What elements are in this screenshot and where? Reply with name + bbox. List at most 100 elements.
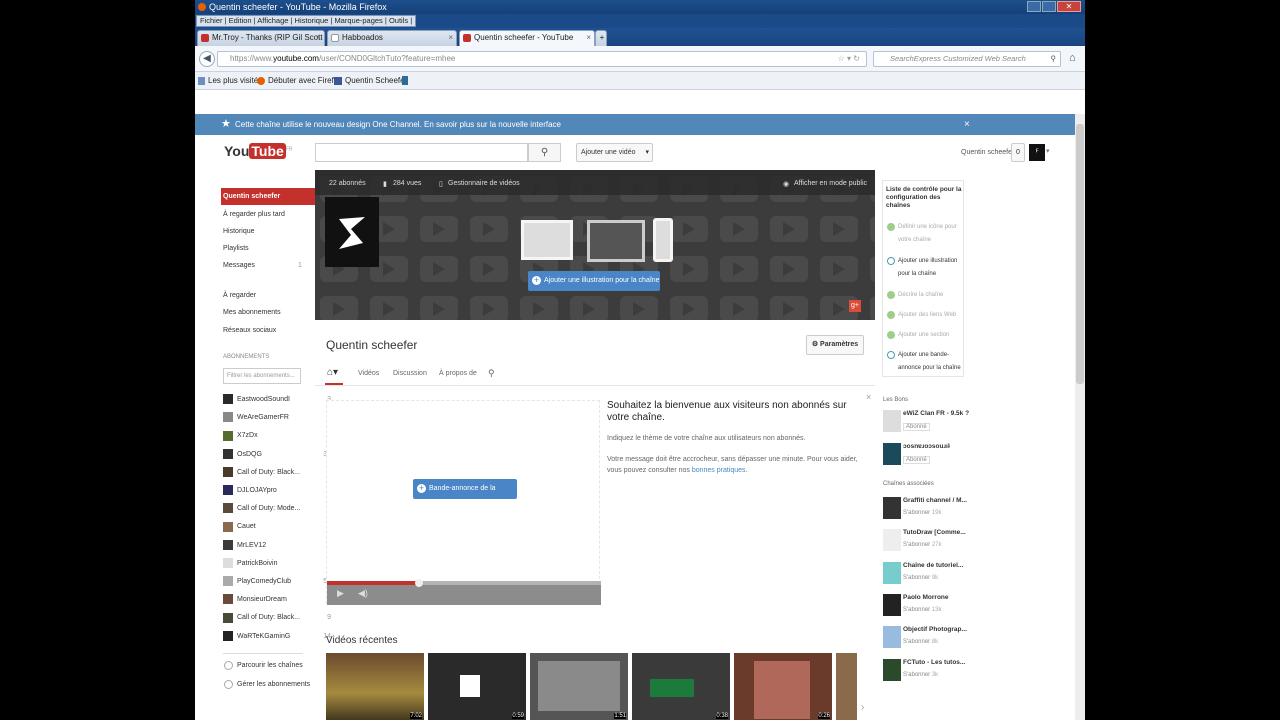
upload-video-button[interactable]: Ajouter une vidéo ▾: [576, 143, 653, 162]
video-thumbnail[interactable]: 0:26: [734, 653, 832, 720]
subscription-item[interactable]: OsDQG36: [223, 448, 331, 462]
settings-button[interactable]: ⚙ Paramètres: [806, 335, 864, 355]
subscription-item[interactable]: PlayComedyClub53: [223, 575, 331, 589]
sidebar-item-history[interactable]: Historique: [223, 228, 255, 235]
subscription-item[interactable]: WaRTeKGaminG 14: [223, 630, 331, 644]
new-tab-button[interactable]: +: [595, 30, 607, 46]
home-icon[interactable]: ⌂: [1069, 52, 1076, 64]
scrollbar-track[interactable]: [1075, 114, 1085, 720]
maximize-button[interactable]: [1042, 1, 1056, 12]
related-channel[interactable]: Chaîne de tutoriel... S'abonner 9k: [883, 561, 973, 592]
tab-videos[interactable]: Vidéos: [358, 370, 379, 377]
close-tab-icon[interactable]: ×: [586, 31, 591, 45]
volume-icon[interactable]: ◀): [358, 588, 368, 599]
youtube-logo[interactable]: You Tube FR: [224, 143, 292, 159]
magnifier-icon[interactable]: ⚲: [1051, 52, 1057, 66]
youtube-search-button[interactable]: ⚲: [528, 143, 561, 162]
subscription-item[interactable]: EastwoodSoundI3: [223, 393, 331, 407]
related-channel[interactable]: Objectif Photograp... S'abonner 8k: [883, 626, 973, 656]
subscription-item[interactable]: MrLEV128: [223, 539, 331, 553]
bookmark-quentin[interactable]: Quentin Scheefer: [345, 72, 407, 90]
reload-icon[interactable]: ☆ ▾ ↻: [838, 52, 860, 66]
video-manager-link[interactable]: Gestionnaire de vidéos: [448, 180, 520, 187]
subscribe-button[interactable]: S'abonner 27k: [903, 542, 942, 548]
menu-affichage[interactable]: Affichage: [257, 16, 288, 25]
subscribe-button[interactable]: S'abonner 9k: [903, 575, 938, 581]
progress-handle[interactable]: [415, 579, 423, 587]
web-search-box[interactable]: SearchExpress Customized Web Search ⚲: [873, 51, 1061, 67]
subscription-item[interactable]: Call of Duty: Black...7: [223, 466, 331, 480]
play-icon[interactable]: ▶: [337, 588, 344, 599]
tab-about[interactable]: À propos de: [439, 370, 477, 377]
browse-channels-link[interactable]: Parcourir les chaînes: [237, 662, 303, 669]
menu-historique[interactable]: Historique: [295, 16, 329, 25]
subscription-item[interactable]: WeAreGamerFR1: [223, 411, 331, 425]
menu-outils[interactable]: Outils: [389, 16, 408, 25]
youtube-search-input[interactable]: [315, 143, 528, 162]
tab-habboados[interactable]: Habboados ×: [327, 30, 457, 46]
video-thumbnail[interactable]: 0:38: [632, 653, 730, 720]
scrollbar-thumb[interactable]: [1076, 124, 1084, 384]
video-thumbnail[interactable]: [836, 653, 857, 720]
subscription-item[interactable]: MonsieurDream2: [223, 593, 331, 607]
search-icon[interactable]: ⚲: [488, 368, 495, 379]
add-channel-art-button[interactable]: + Ajouter une illustration pour la chaîn…: [528, 271, 660, 291]
checklist-item[interactable]: Ajouter une section: [887, 329, 965, 342]
tab-mr-troy[interactable]: Mr.Troy - Thanks (RIP Gil Scott Heron...…: [197, 30, 325, 46]
related-channel[interactable]: FCTuto - Les tutos... S'abonner 3k: [883, 658, 973, 689]
related-channel[interactable]: TutoDraw [Comme... S'abonner 27k: [883, 529, 973, 559]
menu-edition[interactable]: Edition: [229, 16, 252, 25]
subscribe-button[interactable]: S'abonner 8k: [903, 639, 938, 645]
sidebar-item-playlists[interactable]: Playlists: [223, 245, 249, 252]
tab-discussion[interactable]: Discussion: [393, 370, 427, 377]
subscribe-button[interactable]: S'abonner 19k: [903, 510, 942, 516]
subscription-item[interactable]: Call of Duty: Black... 9: [223, 611, 331, 625]
related-channel[interactable]: Graffiti channel / M... S'abonner 19k: [883, 497, 973, 527]
avatar[interactable]: ꟳ: [1029, 144, 1045, 161]
channel-trailer-button[interactable]: + Bande-annonce de la chaîne: [413, 479, 517, 512]
chevron-down-icon[interactable]: ▾: [1046, 147, 1050, 155]
sidebar-item-social[interactable]: Réseaux sociaux: [223, 327, 276, 334]
friend-channel[interactable]: eWiZ Clan FR - 9.5k ? Abonné: [883, 410, 973, 440]
checklist-item[interactable]: Ajouter des liens Web: [887, 309, 965, 322]
checklist-item[interactable]: Ajouter une bande-annonce pour la chaîne: [887, 349, 965, 375]
subscribe-button[interactable]: S'abonner 3k: [903, 672, 938, 678]
sidebar-item-subscriptions[interactable]: Mes abonnements: [223, 309, 281, 316]
subscription-item[interactable]: DJLOJAYpro4: [223, 484, 331, 498]
notifications-count[interactable]: 0: [1011, 143, 1025, 162]
google-plus-icon[interactable]: g+: [849, 300, 861, 312]
close-window-button[interactable]: ✕: [1057, 1, 1081, 12]
subscription-item[interactable]: Call of Duty: Mode...2: [223, 502, 331, 516]
video-thumbnail[interactable]: 1:51: [530, 653, 628, 720]
user-name[interactable]: Quentin scheefer: [961, 149, 1014, 156]
subscribed-badge[interactable]: Abonné: [903, 423, 930, 431]
banner-close-button[interactable]: ×: [964, 114, 970, 135]
checklist-item[interactable]: Ajouter une illustration pour la chaîne: [887, 255, 965, 281]
back-arrow-icon[interactable]: ◀: [199, 51, 215, 67]
channel-icon[interactable]: [325, 197, 379, 267]
filter-subscriptions-input[interactable]: Filtrer les abonnements...: [223, 368, 301, 384]
url-bar[interactable]: https://www.youtube.com/user/COND0GltchT…: [217, 51, 867, 67]
checklist-item[interactable]: Décrire la chaîne: [887, 289, 965, 302]
tab-quentin-youtube[interactable]: Quentin scheefer - YouTube ×: [459, 30, 595, 46]
sidebar-item-messages[interactable]: Messages: [223, 262, 255, 269]
subscribed-badge[interactable]: Abonné: [903, 456, 930, 464]
subscription-item[interactable]: X7zDx2: [223, 429, 331, 443]
menu-fichier[interactable]: Fichier: [200, 16, 223, 25]
menu-marque-pages[interactable]: Marque-pages: [334, 16, 382, 25]
next-arrow-icon[interactable]: ›: [861, 702, 864, 713]
best-practices-link[interactable]: bonnes pratiques: [692, 467, 746, 474]
minimize-button[interactable]: [1027, 1, 1041, 12]
video-thumbnail[interactable]: 0:59: [428, 653, 526, 720]
sidebar-item-to-watch[interactable]: À regarder: [223, 292, 256, 299]
subscription-item[interactable]: PatrickBoivin: [223, 557, 303, 571]
related-channel[interactable]: Paolo Morrone S'abonner 13k: [883, 593, 973, 624]
friend-channel[interactable]: ɔosnɐɹoɔsouɹıʇ Abonné: [883, 443, 973, 473]
subscribe-button[interactable]: S'abonner 13k: [903, 607, 942, 613]
sidebar-item-channel[interactable]: Quentin scheefer: [223, 193, 280, 200]
public-view-link[interactable]: Afficher en mode public: [794, 180, 867, 187]
close-tab-icon[interactable]: ×: [316, 31, 321, 45]
manage-subscriptions-link[interactable]: Gérer les abonnements: [237, 681, 310, 688]
checklist-item[interactable]: Définir une icône pour votre chaîne: [887, 221, 965, 247]
bookmark-getting-started[interactable]: Débuter avec Firefox: [268, 72, 342, 90]
